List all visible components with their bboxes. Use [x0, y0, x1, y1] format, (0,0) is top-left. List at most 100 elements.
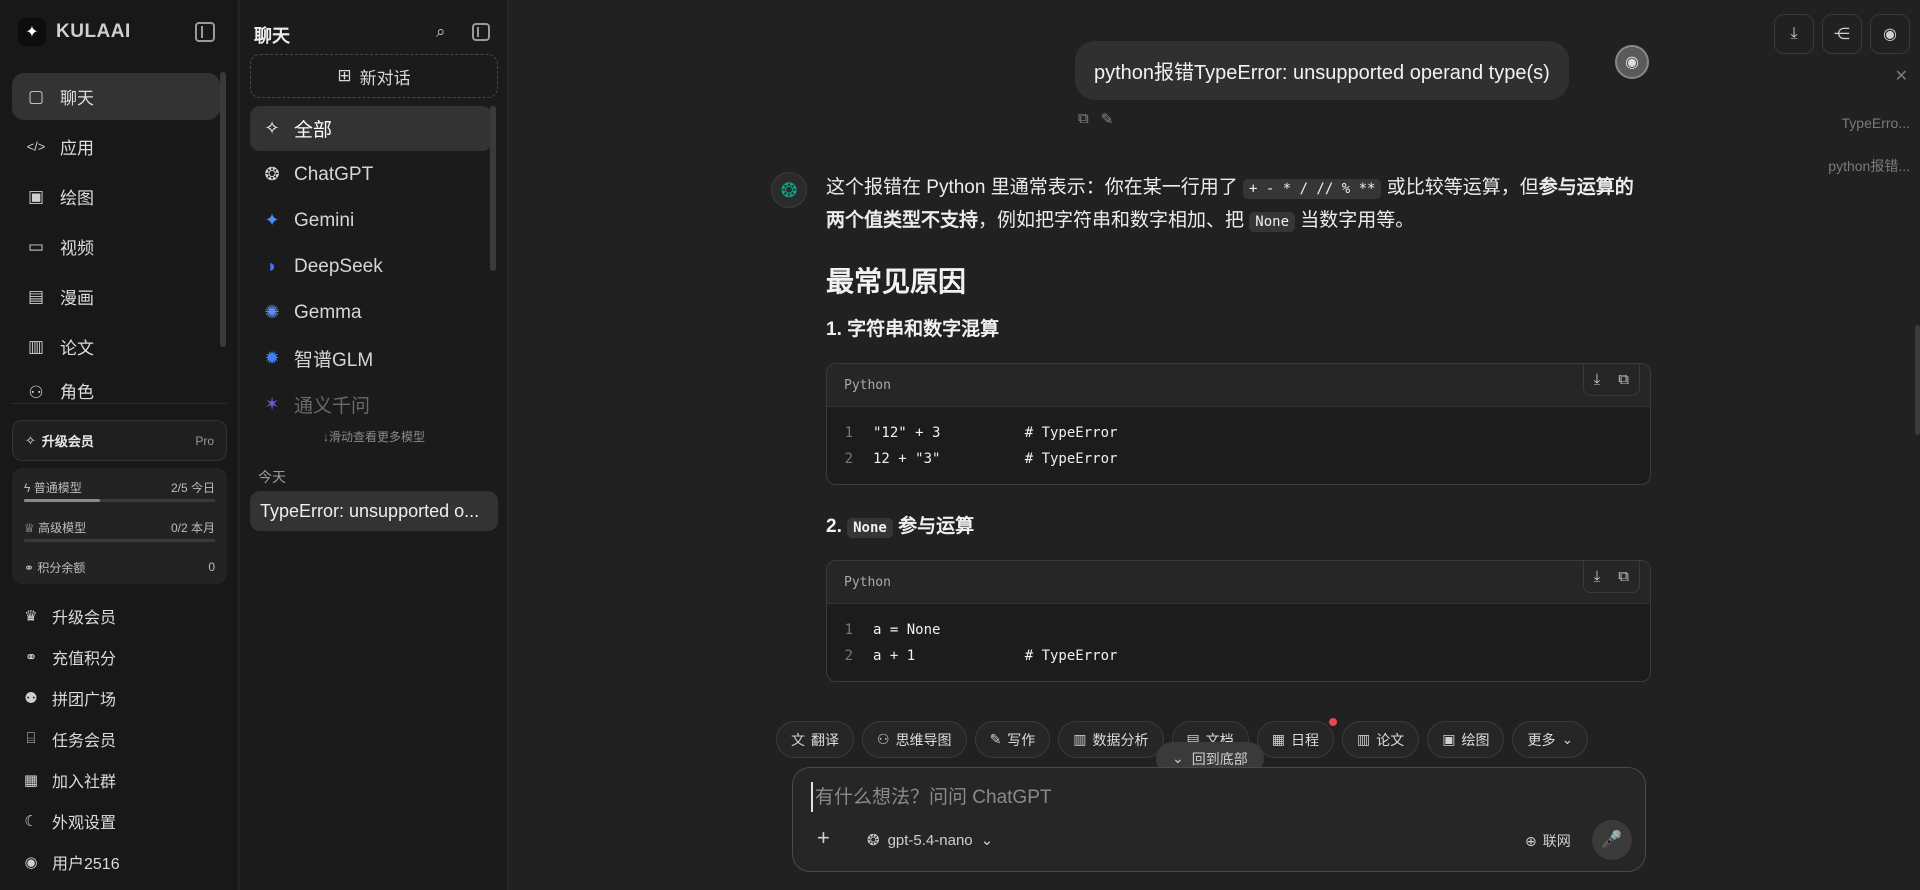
chip-label: 论文: [1376, 731, 1405, 748]
assistant-answer: 这个报错在 Python 里通常表示：你在某一行用了 + - * / // % …: [826, 172, 1651, 682]
code-body: 1 a = None 2 a + 1 # TypeError: [827, 604, 1650, 681]
sparkle-icon: ✧: [264, 118, 280, 138]
copy-icon[interactable]: ⧉: [1618, 371, 1629, 388]
nav-item-label: 论文: [60, 339, 94, 358]
code-lang: Python: [827, 561, 1650, 604]
download-icon[interactable]: ⤓: [1594, 371, 1601, 388]
model-label: 智谱GLM: [294, 350, 374, 371]
quota-normal-value: 2/5 今日: [170, 480, 215, 495]
main-area: ⤓ ⋲ ◉ ✕ TypeErro... python报错... python报错…: [509, 0, 1920, 890]
quota-advanced: ♕ 高级模型 0/2 本月: [24, 518, 215, 536]
user-icon: ◉: [24, 853, 38, 871]
model-item-gemini[interactable]: ✦ Gemini: [250, 198, 492, 243]
chat-panel: 聊天 ⌕ ⊞ 新对话 ✧ 全部 ❂ ChatGPT ✦ Gemini ◗ DeepSee…: [240, 0, 508, 890]
chip-data-analysis[interactable]: ▥ 数据分析: [1058, 721, 1164, 758]
code-text: 12 + "3" # TypeError: [873, 451, 1118, 467]
bottom-item-task[interactable]: ⌸ 任务会员: [22, 718, 222, 759]
chip-label: 思维导图: [895, 731, 952, 748]
model-item-gemma[interactable]: ✺ Gemma: [250, 290, 492, 335]
bottom-item-appearance[interactable]: ☾ 外观设置: [22, 800, 222, 841]
user-avatar: ◉: [1615, 45, 1649, 79]
model-list-scrollbar[interactable]: [490, 106, 496, 271]
nav-item-drawing[interactable]: ▣ 绘图: [12, 173, 220, 220]
main-scrollbar[interactable]: [1915, 325, 1920, 435]
bottom-item-recharge[interactable]: ⚭ 充值积分: [22, 636, 222, 677]
web-search-toggle[interactable]: ⊕ 联网: [1525, 831, 1571, 851]
model-selector[interactable]: ❂ gpt-5.4-nano ⌄: [867, 831, 994, 850]
chip-drawing[interactable]: ▣ 绘图: [1427, 721, 1505, 758]
bottom-item-group[interactable]: ⚉ 拼团广场: [22, 677, 222, 718]
chevron-down-icon: ⌄: [980, 832, 994, 849]
microphone-icon[interactable]: 🎤: [1592, 820, 1632, 860]
nav-item-video[interactable]: ▭ 视频: [12, 223, 220, 270]
bottom-item-user[interactable]: ◉ 用户2516: [22, 841, 222, 882]
section-heading: 最常见原因: [826, 266, 967, 297]
code-line: 1 a = None: [827, 617, 1650, 643]
chip-more[interactable]: 更多 ⌄: [1512, 721, 1589, 758]
edit-icon[interactable]: ✎: [1101, 110, 1114, 128]
text: ，例如把字符串和数字相加、把: [978, 210, 1250, 231]
outline-item[interactable]: python报错...: [1828, 145, 1910, 188]
chevron-down-icon: ⌄: [1561, 731, 1574, 747]
code-line: 2 a + 1 # TypeError: [827, 643, 1650, 669]
quota-points: ⚭ 积分余额 0: [24, 558, 215, 576]
back-to-bottom-label: 回到底部: [1191, 750, 1248, 767]
bottom-item-community[interactable]: ▦ 加入社群: [22, 759, 222, 800]
copy-icon[interactable]: ⧉: [1078, 110, 1089, 128]
role-icon: ⚇: [28, 383, 44, 402]
nav-item-chat[interactable]: ▢ 聊天: [12, 73, 220, 120]
nav-scrollbar[interactable]: [220, 72, 226, 347]
chip-paper[interactable]: ▥ 论文: [1342, 721, 1420, 758]
deepseek-icon: ◗: [266, 256, 278, 276]
history-item[interactable]: TypeError: unsupported o...: [250, 491, 498, 531]
share-icon[interactable]: ⋲: [1822, 14, 1862, 54]
download-icon[interactable]: ⤓: [1594, 568, 1601, 585]
moon-icon: ☾: [24, 812, 38, 830]
model-label: Gemma: [294, 301, 362, 323]
model-item-all[interactable]: ✧ 全部: [250, 106, 492, 151]
nav-item-role[interactable]: ⚇ 角色: [12, 373, 220, 403]
new-chat-label: 新对话: [359, 68, 411, 88]
chip-translate[interactable]: 文翻译: [776, 721, 854, 758]
chip-write[interactable]: ✎ 写作: [974, 721, 1051, 758]
openai-avatar-icon: ❂: [771, 172, 807, 208]
account-icon[interactable]: ◉: [1870, 14, 1910, 54]
chip-mindmap[interactable]: ⚇ 思维导图: [862, 721, 967, 758]
model-item-chatgpt[interactable]: ❂ ChatGPT: [250, 152, 492, 197]
nav-item-label: 聊天: [60, 89, 94, 108]
nav-item-comic[interactable]: ▤ 漫画: [12, 273, 220, 320]
mindmap-icon: ⚇: [877, 731, 890, 747]
pro-badge: Pro: [195, 433, 214, 448]
add-attachment-icon[interactable]: +: [817, 825, 830, 851]
sidebar-collapse-icon[interactable]: [195, 22, 215, 42]
brand-name: KULAAI: [56, 21, 131, 42]
openai-icon: ❂: [264, 164, 280, 184]
nav-item-apps[interactable]: </> 应用: [12, 123, 220, 170]
new-chat-button[interactable]: ⊞ 新对话: [250, 54, 498, 98]
line-number: 2: [844, 648, 853, 664]
download-icon[interactable]: ⤓: [1774, 14, 1814, 54]
brand[interactable]: ✦ KULAAI: [18, 18, 131, 46]
code-tools: ⤓ ⧉: [1582, 364, 1640, 396]
close-icon[interactable]: ✕: [1895, 66, 1908, 86]
message-actions: ⧉ ✎: [1078, 110, 1113, 128]
nav-item-label: 应用: [60, 139, 94, 158]
message-input[interactable]: 有什么想法？问问 ChatGPT: [811, 782, 1611, 812]
model-item-deepseek[interactable]: ◗ DeepSeek: [250, 244, 492, 289]
upgrade-card[interactable]: ✧ 升级会员 Pro: [12, 420, 227, 461]
nav-item-paper[interactable]: ▥ 论文: [12, 323, 220, 370]
code-tools: ⤓ ⧉: [1582, 561, 1640, 593]
panel-collapse-icon[interactable]: [472, 23, 490, 41]
chip-schedule[interactable]: ▦ 日程: [1256, 718, 1337, 758]
copy-icon[interactable]: ⧉: [1618, 568, 1629, 585]
scroll-hint: ↓滑动查看更多模型: [322, 430, 425, 444]
search-icon[interactable]: ⌕: [436, 22, 446, 42]
line-number: 1: [844, 425, 853, 441]
model-item-qwen[interactable]: ✶ 通义千问: [250, 382, 492, 427]
bottom-item-upgrade[interactable]: ♛ 升级会员: [22, 595, 222, 636]
nav-divider: [12, 403, 227, 404]
bottom-item-label: 用户2516: [52, 855, 120, 873]
outline-item[interactable]: TypeErro...: [1828, 102, 1910, 145]
model-item-glm[interactable]: ✹ 智谱GLM: [250, 336, 492, 381]
video-icon: ▭: [27, 236, 45, 256]
